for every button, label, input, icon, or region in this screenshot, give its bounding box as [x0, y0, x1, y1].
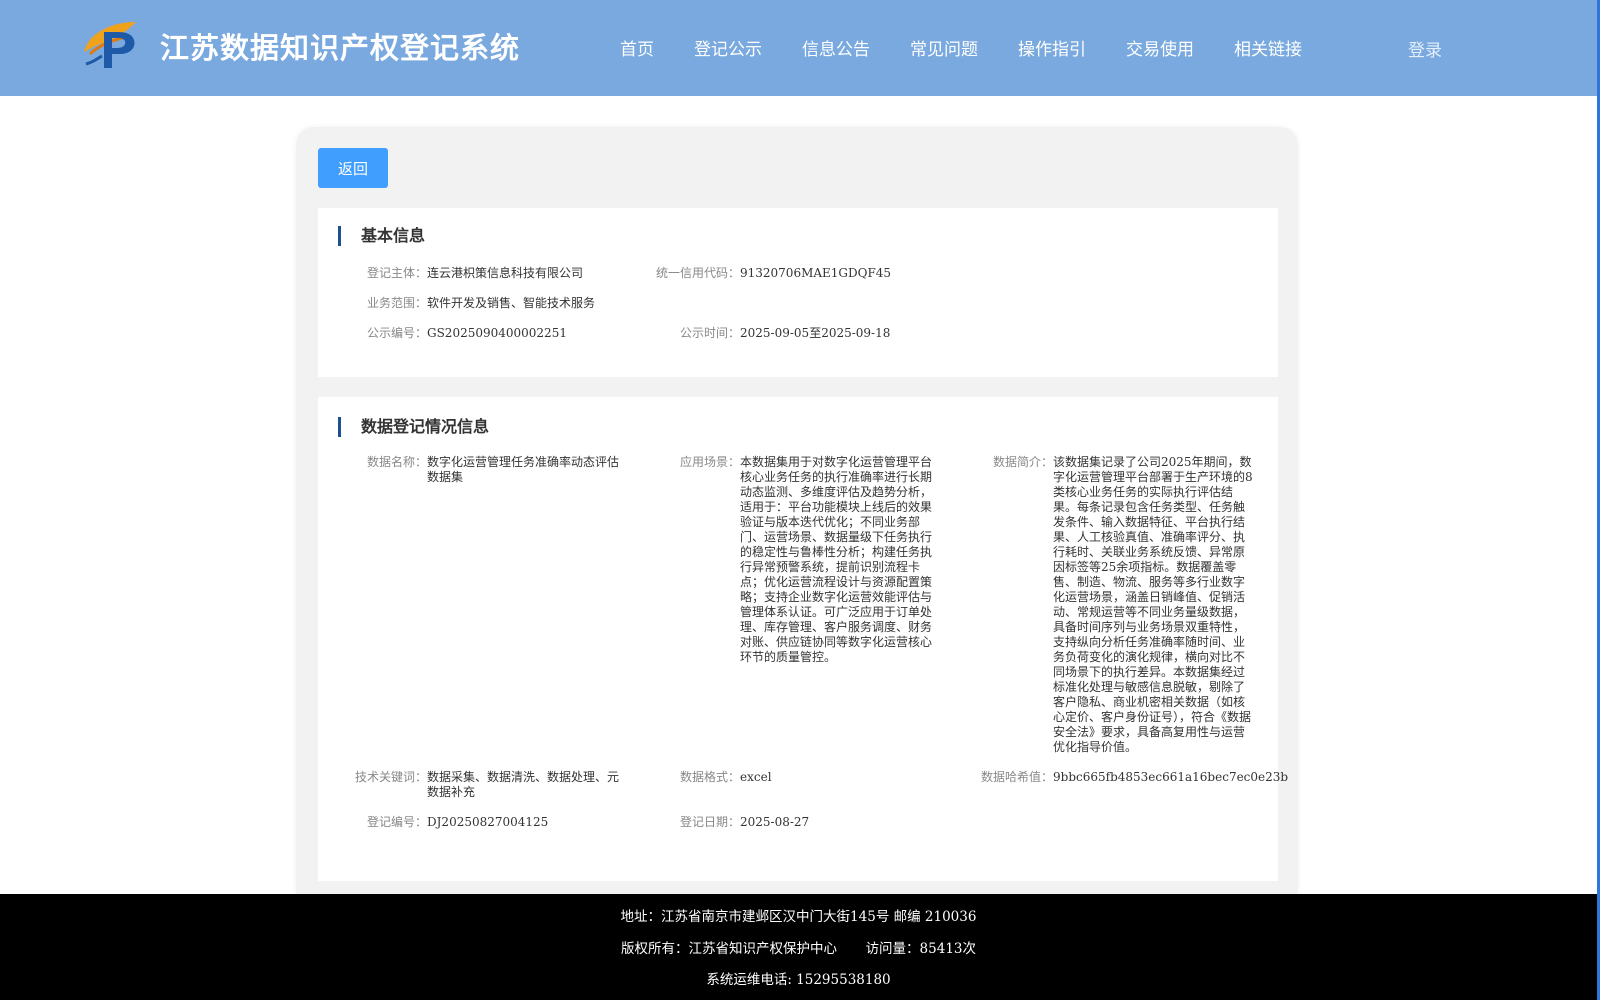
credit-code-label: 统一信用代码： [655, 266, 740, 280]
publicity-no-field: 公示编号： GS2025090400002251 [367, 326, 627, 341]
business-scope-field: 业务范围： 软件开发及销售、智能技术服务 [367, 296, 627, 311]
business-scope-label: 业务范围： [366, 296, 427, 310]
publicity-time-field: 公示时间： 2025-09-05至2025-09-18 [680, 326, 940, 341]
back-button[interactable]: 返回 [318, 148, 388, 188]
intro-value: 该数据集记录了公司2025年期间，数字化运营管理平台部署于生产环境的8类核心业务… [1053, 455, 1253, 754]
nav-item-registration-publicity[interactable]: 登记公示 [694, 35, 762, 60]
reg-no-label: 登记编号： [366, 815, 427, 829]
keywords-label: 技术关键词： [354, 770, 427, 784]
footer-visits: 访问量：85413次 [865, 941, 977, 957]
ip-logo-icon[interactable] [80, 18, 140, 72]
hash-field: 数据哈希值： 9bbc665fb4853ec661a16bec7ec0e23b [981, 770, 1288, 785]
business-scope-value: 软件开发及销售、智能技术服务 [427, 296, 596, 310]
nav-item-guide[interactable]: 操作指引 [1018, 35, 1086, 60]
nav-item-announcements[interactable]: 信息公告 [802, 35, 870, 60]
basic-info-panel: 基本信息 登记主体： 连云港枳策信息科技有限公司 统一信用代码： 9132070… [318, 208, 1278, 377]
subject-value: 连云港枳策信息科技有限公司 [427, 266, 584, 280]
publicity-time-value: 2025-09-05至2025-09-18 [740, 326, 891, 340]
reg-date-label: 登记日期： [679, 815, 740, 829]
credit-code-field: 统一信用代码： 91320706MAE1GDQF45 [656, 266, 940, 281]
publicity-no-label: 公示编号： [366, 326, 427, 340]
data-name-field: 数据名称： 数字化运营管理任务准确率动态评估数据集 [367, 455, 622, 485]
site-title: 江苏数据知识产权登记系统 [160, 31, 521, 65]
credit-code-value: 91320706MAE1GDQF45 [740, 266, 892, 280]
nav-item-faq[interactable]: 常见问题 [910, 35, 978, 60]
intro-field: 数据简介： 该数据集记录了公司2025年期间，数字化运营管理平台部署于生产环境的… [993, 455, 1253, 755]
format-value: excel [740, 770, 772, 784]
reg-no-field: 登记编号： DJ20250827004125 [367, 815, 622, 830]
scenario-value: 本数据集用于对数字化运营管理平台核心业务任务的执行准确率进行长期动态监测、多维度… [740, 455, 933, 664]
login-link[interactable]: 登录 [1408, 36, 1442, 61]
hash-label: 数据哈希值： [980, 770, 1053, 784]
nav-item-trade-use[interactable]: 交易使用 [1126, 35, 1194, 60]
nav-item-home[interactable]: 首页 [620, 35, 654, 60]
footer-copyright-line: 版权所有：江苏省知识产权保护中心 访问量：85413次 [0, 937, 1597, 957]
footer-address: 地址：江苏省南京市建邺区汉中门大街145号 邮编 210036 [620, 909, 977, 925]
subject-label: 登记主体： [366, 266, 427, 280]
reg-no-value: DJ20250827004125 [427, 815, 549, 829]
format-label: 数据格式： [679, 770, 740, 784]
top-header: 江苏数据知识产权登记系统 首页 登记公示 信息公告 常见问题 操作指引 交易使用… [0, 0, 1597, 96]
data-info-panel: 数据登记情况信息 数据名称： 数字化运营管理任务准确率动态评估数据集 应用场景：… [318, 397, 1288, 881]
publicity-no-value: GS2025090400002251 [427, 326, 567, 340]
scenario-field: 应用场景： 本数据集用于对数字化运营管理平台核心业务任务的执行准确率进行长期动态… [680, 455, 936, 665]
reg-date-field: 登记日期： 2025-08-27 [680, 815, 936, 830]
data-name-label: 数据名称： [366, 455, 427, 469]
reg-date-value: 2025-08-27 [740, 815, 810, 829]
footer-phone: 系统运维电话: 15295538180 [706, 972, 891, 988]
basic-info-title: 基本信息 [338, 226, 425, 246]
nav-item-links[interactable]: 相关链接 [1234, 35, 1302, 60]
keywords-value: 数据采集、数据清洗、数据处理、元数据补充 [427, 770, 620, 799]
keywords-field: 技术关键词： 数据采集、数据清洗、数据处理、元数据补充 [355, 770, 622, 800]
hash-value: 9bbc665fb4853ec661a16bec7ec0e23b [1053, 770, 1289, 784]
scenario-label: 应用场景： [679, 455, 740, 469]
publicity-time-label: 公示时间： [679, 326, 740, 340]
main-nav: 首页 登记公示 信息公告 常见问题 操作指引 交易使用 相关链接 [620, 35, 1342, 60]
footer-copyright: 版权所有：江苏省知识产权保护中心 [620, 941, 837, 957]
data-name-value: 数字化运营管理任务准确率动态评估数据集 [427, 455, 620, 484]
format-field: 数据格式： excel [680, 770, 936, 785]
intro-label: 数据简介： [992, 455, 1053, 469]
data-info-title: 数据登记情况信息 [338, 417, 489, 437]
subject-field: 登记主体： 连云港枳策信息科技有限公司 [367, 266, 627, 281]
page-footer: 地址：江苏省南京市建邺区汉中门大街145号 邮编 210036 版权所有：江苏省… [0, 894, 1597, 1000]
